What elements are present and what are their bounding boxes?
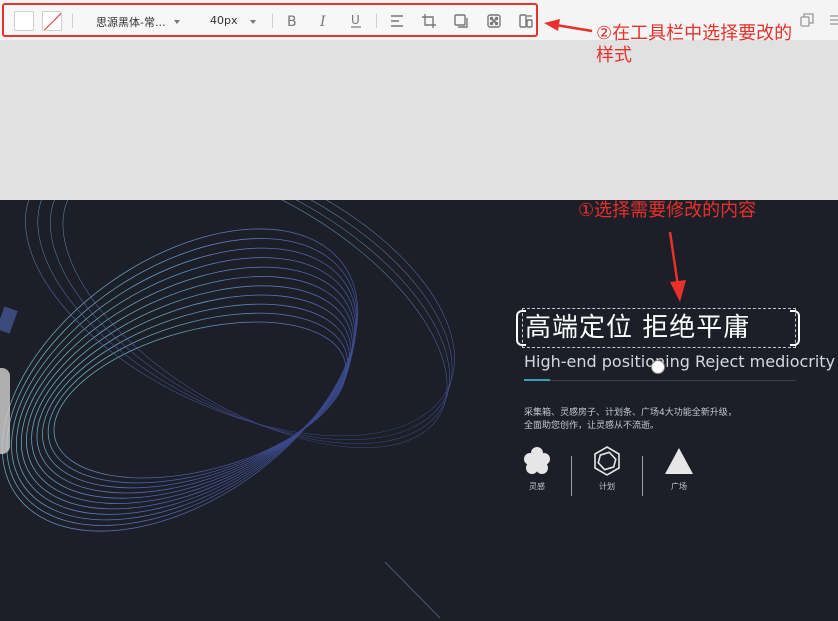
annotation-arrow-left: [544, 19, 593, 33]
divider: [571, 456, 572, 496]
style-toolbar: 思源黑体-常... 40px B I U: [2, 3, 538, 37]
annotation-step1: ①选择需要修改的内容: [578, 200, 757, 221]
font-size-select[interactable]: 40px: [210, 14, 238, 27]
svg-text:B: B: [287, 14, 297, 30]
banner-subtitle[interactable]: High-end positioning Reject mediocrity: [524, 352, 835, 372]
side-panel-handle[interactable]: [0, 368, 10, 454]
feature-inspiration[interactable]: 灵感: [515, 445, 559, 492]
divider: [642, 456, 643, 496]
layers-icon[interactable]: [830, 12, 838, 31]
font-family-select[interactable]: 思源黑体-常...: [96, 14, 165, 30]
arrange-icon[interactable]: [517, 12, 535, 30]
desc-line2: 全面助您创作，让灵感从不流逝。: [524, 421, 660, 431]
divider: [376, 14, 377, 28]
pattern-icon[interactable]: [485, 12, 503, 30]
hexagon-icon: [594, 446, 620, 476]
feature-label: 计划: [599, 482, 615, 491]
resize-handle-right[interactable]: [790, 310, 800, 346]
italic-icon[interactable]: I: [314, 12, 332, 30]
divider-accent: [524, 379, 550, 381]
svg-text:I: I: [319, 14, 326, 30]
rotate-handle-icon[interactable]: [651, 360, 665, 374]
banner-title[interactable]: 高端定位 拒绝平庸: [525, 310, 750, 346]
triangle-icon: [665, 448, 693, 474]
chevron-down-icon[interactable]: [250, 20, 256, 24]
divider: [72, 14, 73, 28]
svg-text:U: U: [351, 13, 360, 27]
annotation-arrow-down: [668, 231, 686, 302]
divider-line: [524, 380, 796, 381]
bold-icon[interactable]: B: [282, 12, 300, 30]
spiral-graphic: [0, 200, 455, 619]
underline-icon[interactable]: U: [347, 12, 365, 30]
stroke-color-swatch[interactable]: [42, 11, 62, 31]
flower-icon: [524, 447, 550, 474]
annotation-step2: ②在工具栏中选择要改的 样式: [596, 23, 792, 67]
feature-label: 广场: [671, 482, 687, 491]
chevron-down-icon[interactable]: [174, 20, 180, 24]
desc-line1: 采集箱、灵感房子、计划条、广场4大功能全新升级，: [524, 408, 737, 418]
annotation-step2-line2: 样式: [596, 45, 632, 66]
divider: [272, 14, 273, 28]
banner-description[interactable]: 采集箱、灵感房子、计划条、广场4大功能全新升级， 全面助您创作，让灵感从不流逝。: [524, 407, 794, 433]
align-icon[interactable]: [388, 12, 406, 30]
crop-icon[interactable]: [420, 12, 438, 30]
copy-icon[interactable]: [800, 12, 814, 31]
fill-color-swatch[interactable]: [14, 11, 34, 31]
annotation-step2-line1: ②在工具栏中选择要改的: [596, 23, 793, 44]
feature-label: 灵感: [529, 482, 545, 491]
feature-square[interactable]: 广场: [657, 445, 701, 492]
shadow-icon[interactable]: [452, 12, 470, 30]
feature-plan[interactable]: 计划: [585, 445, 629, 492]
banner-preview[interactable]: 高端定位 拒绝平庸 High-end positioning Reject me…: [0, 200, 838, 621]
